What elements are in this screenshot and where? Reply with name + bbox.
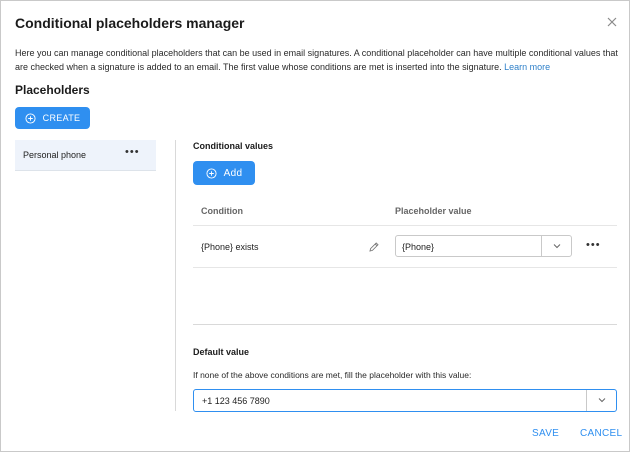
placeholder-item-label: Personal phone — [23, 150, 87, 160]
add-button[interactable]: Add — [193, 161, 255, 185]
default-value-combobox[interactable]: +1 123 456 7890 — [193, 389, 617, 412]
placeholders-heading: Placeholders — [15, 83, 90, 97]
chevron-down-icon[interactable] — [541, 236, 571, 256]
conditional-placeholders-dialog: Conditional placeholders manager Here yo… — [0, 0, 630, 452]
placeholder-value-select[interactable]: {Phone} — [395, 235, 572, 257]
condition-column-header: Condition — [201, 206, 243, 216]
edit-pencil-icon[interactable] — [368, 240, 380, 252]
close-icon[interactable] — [604, 14, 620, 30]
cancel-button[interactable]: CANCEL — [580, 428, 622, 439]
row-divider — [193, 267, 617, 268]
placeholder-list-item[interactable]: Personal phone ••• — [15, 140, 156, 171]
more-options-icon[interactable]: ••• — [125, 146, 140, 158]
row-more-options-icon[interactable]: ••• — [586, 239, 601, 251]
create-button[interactable]: CREATE — [15, 107, 90, 129]
conditional-values-heading: Conditional values — [193, 141, 274, 151]
default-value-text[interactable]: +1 123 456 7890 — [202, 396, 270, 406]
dialog-title: Conditional placeholders manager — [15, 15, 245, 31]
save-button[interactable]: SAVE — [532, 428, 559, 439]
default-value-heading: Default value — [193, 347, 250, 357]
plus-circle-icon — [206, 167, 217, 179]
plus-circle-icon — [25, 112, 36, 124]
add-button-label: Add — [223, 167, 243, 179]
placeholder-value-column-header: Placeholder value — [395, 206, 472, 216]
section-divider — [193, 324, 617, 325]
default-value-description: If none of the above conditions are met,… — [193, 370, 472, 380]
vertical-divider — [175, 140, 176, 411]
chevron-down-icon[interactable] — [586, 390, 616, 411]
dialog-description: Here you can manage conditional placehol… — [15, 46, 619, 74]
create-button-label: CREATE — [42, 113, 81, 123]
row-divider — [193, 225, 617, 226]
learn-more-link[interactable]: Learn more — [504, 62, 550, 72]
placeholder-value-text: {Phone} — [402, 242, 435, 252]
condition-text: {Phone} exists — [201, 242, 259, 252]
